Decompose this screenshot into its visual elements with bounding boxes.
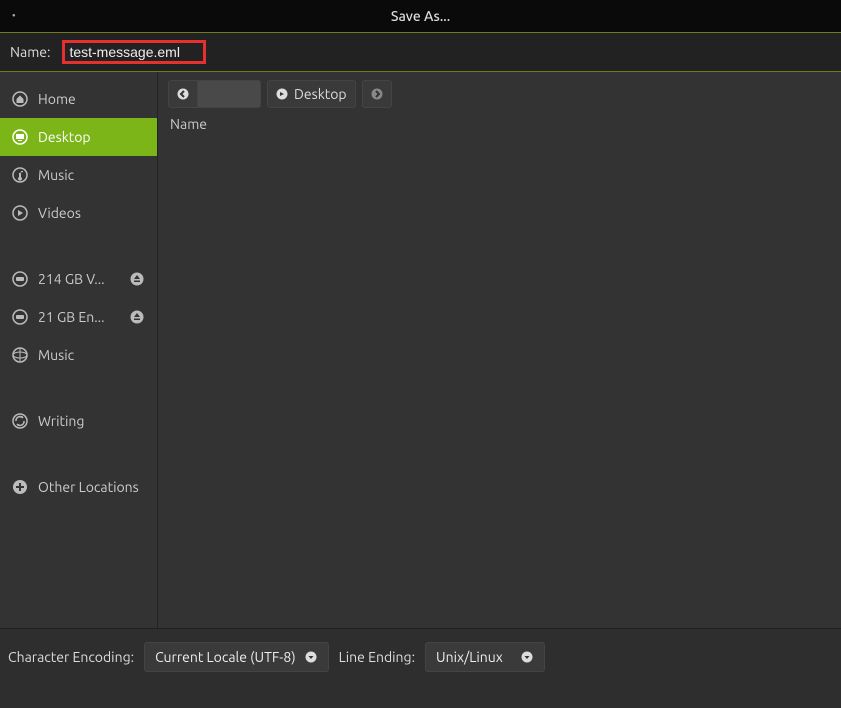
sidebar-item-label: Videos	[38, 205, 145, 221]
content-pane: Desktop Name	[158, 72, 841, 628]
name-label: Name:	[10, 44, 50, 60]
sidebar-item-home[interactable]: Home	[0, 80, 157, 118]
folder-crumb-icon	[276, 88, 288, 100]
pathbar: Desktop	[158, 72, 841, 112]
sidebar-item-label: 21 GB En...	[38, 309, 119, 325]
filename-input[interactable]	[69, 44, 199, 60]
drive-icon	[12, 271, 28, 287]
line-ending-label: Line Ending:	[339, 649, 415, 665]
name-input-highlight	[62, 40, 206, 64]
home-icon	[12, 91, 28, 107]
caret-down-icon	[304, 650, 318, 664]
sidebar-item-desktop[interactable]: Desktop	[0, 118, 157, 156]
sidebar-item-label: Other Locations	[38, 479, 145, 495]
window-title: Save As...	[391, 8, 450, 24]
places-sidebar: Home Desktop Music Videos 214 GB V...	[0, 72, 158, 628]
path-history-button[interactable]	[197, 80, 261, 108]
plus-icon	[12, 479, 28, 495]
videos-icon	[12, 205, 28, 221]
path-back-button[interactable]	[168, 80, 197, 108]
sidebar-item-label: Music	[38, 167, 145, 183]
sidebar-item-music[interactable]: Music	[0, 156, 157, 194]
network-icon	[12, 347, 28, 363]
drive-icon	[12, 309, 28, 325]
path-crumb-label: Desktop	[294, 86, 347, 102]
sidebar-item-label: Desktop	[38, 129, 145, 145]
path-crumb-desktop[interactable]: Desktop	[267, 80, 356, 108]
titlebar: • Save As...	[0, 0, 841, 32]
sidebar-item-other-locations[interactable]: Other Locations	[0, 468, 157, 506]
name-row: Name:	[0, 32, 841, 72]
modified-indicator: •	[12, 0, 16, 32]
sidebar-item-label: 214 GB V...	[38, 271, 119, 287]
sidebar-item-label: Home	[38, 91, 145, 107]
line-ending-dropdown[interactable]: Unix/Linux	[425, 642, 545, 672]
path-forward-button[interactable]	[362, 80, 392, 108]
bottom-bar: Character Encoding: Current Locale (UTF-…	[0, 628, 841, 684]
caret-down-icon	[520, 650, 534, 664]
eject-icon[interactable]	[129, 271, 145, 287]
sidebar-item-videos[interactable]: Videos	[0, 194, 157, 232]
main-area: Home Desktop Music Videos 214 GB V...	[0, 72, 841, 628]
sidebar-item-label: Writing	[38, 413, 145, 429]
sidebar-item-network-music[interactable]: Music	[0, 336, 157, 374]
file-list-header-name[interactable]: Name	[158, 112, 841, 140]
encoding-dropdown[interactable]: Current Locale (UTF-8)	[144, 642, 329, 672]
line-ending-value: Unix/Linux	[436, 649, 503, 665]
chevron-left-icon	[177, 88, 189, 100]
sidebar-item-writing[interactable]: Writing	[0, 402, 157, 440]
encoding-label: Character Encoding:	[8, 649, 134, 665]
music-icon	[12, 167, 28, 183]
desktop-icon	[12, 129, 28, 145]
sidebar-item-volume-21gb[interactable]: 21 GB En...	[0, 298, 157, 336]
sync-icon	[12, 413, 28, 429]
file-list[interactable]	[158, 140, 841, 628]
encoding-value: Current Locale (UTF-8)	[155, 649, 296, 665]
sidebar-item-volume-214gb[interactable]: 214 GB V...	[0, 260, 157, 298]
sidebar-item-label: Music	[38, 347, 145, 363]
eject-icon[interactable]	[129, 309, 145, 325]
chevron-right-icon	[371, 88, 383, 100]
